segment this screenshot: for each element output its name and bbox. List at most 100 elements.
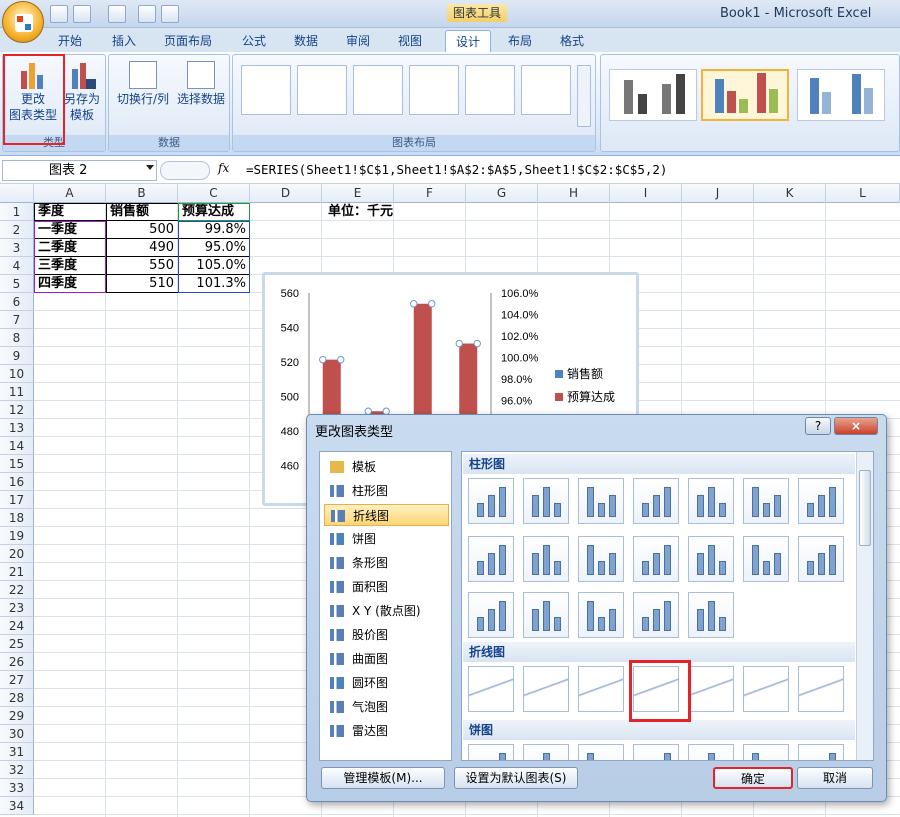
col-header-k[interactable]: K <box>754 184 826 203</box>
chart-subtype-thumb[interactable] <box>688 666 734 712</box>
table-cell[interactable]: 500 <box>108 221 176 239</box>
col-header-e[interactable]: E <box>322 184 394 203</box>
row-header[interactable]: 28 <box>0 689 34 707</box>
col-header-c[interactable]: C <box>178 184 250 203</box>
chart-type-item[interactable]: 气泡图 <box>324 696 449 718</box>
row-header[interactable]: 15 <box>0 455 34 473</box>
row-header[interactable]: 16 <box>0 473 34 491</box>
row-header[interactable]: 13 <box>0 419 34 437</box>
chart-subtype-thumb[interactable] <box>743 744 789 760</box>
chart-subtype-thumb[interactable] <box>578 536 624 582</box>
chart-subtype-thumb[interactable] <box>523 666 569 712</box>
cell-a1[interactable]: 季度 <box>36 203 66 221</box>
row-header[interactable]: 24 <box>0 617 34 635</box>
chart-subtype-thumb[interactable] <box>633 592 679 638</box>
row-header[interactable]: 18 <box>0 509 34 527</box>
gallery-scroll-thumb[interactable] <box>859 470 871 546</box>
tab-layout[interactable]: 布局 <box>498 30 542 52</box>
tab-format[interactable]: 格式 <box>550 30 594 52</box>
row-header[interactable]: 32 <box>0 761 34 779</box>
tab-review[interactable]: 审阅 <box>336 30 380 52</box>
row-header[interactable]: 6 <box>0 293 34 311</box>
name-box-dropdown-icon[interactable] <box>146 165 154 170</box>
row-header[interactable]: 34 <box>0 797 34 815</box>
row-header[interactable]: 2 <box>0 221 34 239</box>
tab-design[interactable]: 设计 <box>445 30 492 52</box>
row-header[interactable]: 8 <box>0 329 34 347</box>
chart-subtype-thumb[interactable] <box>523 592 569 638</box>
chart-subtype-thumb[interactable] <box>633 536 679 582</box>
close-button[interactable]: × <box>834 417 878 435</box>
chart-subtype-thumb[interactable] <box>523 478 569 524</box>
row-header[interactable]: 29 <box>0 707 34 725</box>
col-header-b[interactable]: B <box>106 184 178 203</box>
row-header[interactable]: 7 <box>0 311 34 329</box>
cell-b1[interactable]: 销售额 <box>108 203 151 221</box>
chart-type-item[interactable]: X Y (散点图) <box>324 600 449 622</box>
chart-subtype-thumb[interactable] <box>578 666 624 712</box>
row-header[interactable]: 27 <box>0 671 34 689</box>
chart-subtype-thumb[interactable] <box>578 592 624 638</box>
row-header[interactable]: 21 <box>0 563 34 581</box>
chart-subtype-thumb[interactable] <box>468 478 514 524</box>
row-header[interactable]: 31 <box>0 743 34 761</box>
chart-subtype-thumb[interactable] <box>743 536 789 582</box>
tab-formulas[interactable]: 公式 <box>232 30 276 52</box>
cancel-button[interactable]: 取消 <box>797 767 873 789</box>
col-header-f[interactable]: F <box>394 184 466 203</box>
manage-templates-button[interactable]: 管理模板(M)... <box>321 767 445 789</box>
redo-icon[interactable] <box>108 5 126 23</box>
layout-thumb-4[interactable] <box>409 65 459 115</box>
col-header-g[interactable]: G <box>466 184 538 203</box>
row-header[interactable]: 23 <box>0 599 34 617</box>
layout-thumb-2[interactable] <box>297 65 347 115</box>
undo-icon[interactable] <box>73 5 91 23</box>
row-header[interactable]: 4 <box>0 257 34 275</box>
print-preview-icon[interactable] <box>138 5 156 23</box>
table-cell[interactable]: 490 <box>108 239 176 257</box>
tab-page-layout[interactable]: 页面布局 <box>154 30 222 52</box>
table-cell[interactable]: 550 <box>108 257 176 275</box>
col-header-h[interactable]: H <box>538 184 610 203</box>
row-header[interactable]: 20 <box>0 545 34 563</box>
row-header[interactable]: 12 <box>0 401 34 419</box>
tab-insert[interactable]: 插入 <box>102 30 146 52</box>
chart-type-item[interactable]: 条形图 <box>324 552 449 574</box>
chart-subtype-thumb[interactable] <box>798 478 844 524</box>
fx-icon[interactable]: fx <box>218 161 229 175</box>
chart-subtype-thumb[interactable] <box>468 536 514 582</box>
row-header[interactable]: 30 <box>0 725 34 743</box>
chart-type-item[interactable]: 面积图 <box>324 576 449 598</box>
style-thumb-1[interactable] <box>609 69 697 121</box>
chart-subtype-thumb[interactable] <box>633 744 679 760</box>
chart-subtype-thumb[interactable] <box>578 744 624 760</box>
chart-subtype-thumb[interactable] <box>688 744 734 760</box>
select-all-corner[interactable] <box>0 184 34 203</box>
chart-type-item[interactable]: 股价图 <box>324 624 449 646</box>
tab-data[interactable]: 数据 <box>284 30 328 52</box>
row-header[interactable]: 3 <box>0 239 34 257</box>
tools-icon[interactable] <box>161 5 179 23</box>
chart-type-item[interactable]: 模板 <box>324 456 449 478</box>
row-header[interactable]: 14 <box>0 437 34 455</box>
select-data-button[interactable]: 选择数据 <box>171 61 231 107</box>
set-default-chart-button[interactable]: 设置为默认图表(S) <box>454 767 578 789</box>
chart-type-item[interactable]: 雷达图 <box>324 720 449 742</box>
chart-subtype-thumb[interactable] <box>688 536 734 582</box>
row-header[interactable]: 19 <box>0 527 34 545</box>
chart-type-item[interactable]: 折线图 <box>324 504 449 526</box>
chart-type-item[interactable]: 柱形图 <box>324 480 449 502</box>
chart-subtype-thumb[interactable] <box>798 666 844 712</box>
chart-subtype-thumb[interactable] <box>468 744 514 760</box>
formula-text[interactable]: =SERIES(Sheet1!$C$1,Sheet1!$A$2:$A$5,She… <box>246 162 667 177</box>
help-button[interactable]: ? <box>805 417 831 435</box>
chart-subtype-thumb[interactable] <box>633 478 679 524</box>
layout-thumb-3[interactable] <box>353 65 403 115</box>
chart-type-item[interactable]: 曲面图 <box>324 648 449 670</box>
style-thumb-2[interactable] <box>701 69 789 121</box>
row-header[interactable]: 10 <box>0 365 34 383</box>
chart-subtype-thumb[interactable] <box>743 478 789 524</box>
chart-subtype-thumb[interactable] <box>468 666 514 712</box>
row-header[interactable]: 11 <box>0 383 34 401</box>
chart-subtype-thumb[interactable] <box>578 478 624 524</box>
